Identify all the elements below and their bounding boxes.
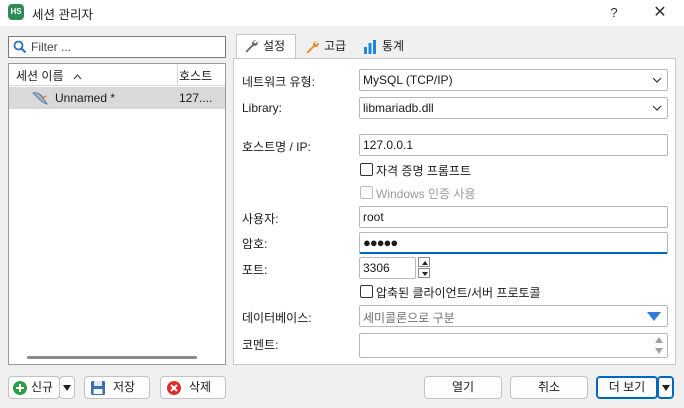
more-dropdown[interactable] [657,376,674,399]
compressed-protocol-checkbox[interactable] [360,285,373,298]
session-list[interactable]: 세션 이름 호스트 Unnamed * 127.... [8,63,226,365]
tab-settings[interactable]: 설정 [236,34,296,58]
new-session-dropdown[interactable] [59,376,75,399]
library-value: libmariadb.dll [363,101,434,115]
chevron-down-icon [652,105,662,111]
password-input[interactable]: ●●●●● [359,232,668,254]
caret-down-icon [63,385,71,391]
library-dropdown[interactable]: libmariadb.dll [359,97,668,119]
scroll-down-icon[interactable] [655,348,663,354]
databases-dropdown[interactable]: 세미콜론으로 구분 [359,305,668,327]
filter-input[interactable] [31,39,221,55]
library-label: Library: [242,101,283,115]
open-button[interactable]: 열기 [424,376,502,399]
port-label: 포트: [242,263,268,277]
search-icon [13,40,27,54]
help-button[interactable]: ? [598,2,630,24]
caret-down-icon [422,272,428,276]
comment-label: 코멘트: [242,338,279,352]
tab-advanced[interactable]: 고급 [298,37,354,58]
sort-ascending-icon [73,73,82,80]
host-value: 127.0.0.1 [363,138,414,152]
port-increment-button[interactable] [418,257,430,267]
more-button[interactable]: 더 보기 [596,376,658,399]
save-button[interactable]: 저장 [84,376,150,399]
session-row-unnamed[interactable]: Unnamed * 127.... [9,87,225,109]
session-name: Unnamed * [55,91,116,105]
databases-placeholder: 세미콜론으로 구분 [363,311,455,325]
tab-advanced-label: 고급 [324,39,347,53]
user-input[interactable]: root [359,206,668,228]
session-list-header: 세션 이름 호스트 [9,64,225,86]
dropdown-arrow-icon [647,312,661,321]
filter-box[interactable] [8,36,226,58]
dolphin-session-icon [32,92,48,105]
prompt-credentials-label[interactable]: 자격 증명 프롬프트 [376,162,471,179]
title-bar: HS 세션 관리자 ? ✕ [0,0,684,26]
tab-settings-label: 설정 [263,39,286,53]
cancel-button[interactable]: 취소 [510,376,588,399]
column-divider[interactable] [177,64,178,86]
chevron-down-icon [652,77,662,83]
wrench-icon [245,40,258,53]
caret-down-icon [661,385,670,391]
user-label: 사용자: [242,212,279,226]
port-input[interactable]: 3306 [359,257,416,279]
new-session-label: 신규 [30,380,54,394]
network-type-value: MySQL (TCP/IP) [363,73,453,87]
bar-chart-icon [364,40,376,54]
tab-statistics-label: 통계 [382,39,405,53]
compressed-protocol-label[interactable]: 압축된 클라이언트/서버 프로토콜 [376,284,541,301]
port-value: 3306 [363,261,390,275]
scroll-up-icon[interactable] [655,337,663,343]
network-type-label: 네트워크 유형: [242,75,315,89]
delete-label: 삭제 [188,380,212,394]
session-host: 127.... [179,91,213,105]
user-value: root [363,210,384,224]
port-decrement-button[interactable] [418,268,430,278]
column-header-session-name[interactable]: 세션 이름 [16,67,82,84]
windows-auth-label: Windows 인증 사용 [376,187,476,201]
comment-textarea[interactable] [359,333,668,358]
column-header-host[interactable]: 호스트 [179,67,212,84]
caret-up-icon [422,261,428,265]
password-value: ●●●●● [363,235,398,250]
databases-label: 데이터베이스: [242,311,312,325]
network-type-dropdown[interactable]: MySQL (TCP/IP) [359,69,668,91]
delete-button[interactable]: 삭제 [160,376,226,399]
host-input[interactable]: 127.0.0.1 [359,134,668,156]
window-title: 세션 관리자 [32,8,93,22]
wrench-icon [306,41,319,54]
plus-icon [13,381,27,395]
close-button[interactable]: ✕ [640,1,680,25]
password-label: 암호: [242,237,268,251]
new-session-button[interactable]: 신규 [8,376,60,399]
windows-auth-checkbox[interactable] [360,186,373,199]
delete-x-icon [167,381,181,395]
save-label: 저장 [112,380,136,394]
tab-statistics[interactable]: 통계 [356,37,410,58]
horizontal-scrollbar[interactable] [27,356,197,359]
host-label: 호스트명 / IP: [242,140,311,154]
prompt-credentials-checkbox[interactable] [360,163,373,176]
column-header-label: 세션 이름 [16,69,64,83]
floppy-disk-icon [91,381,105,395]
app-logo-icon: HS [8,4,24,20]
